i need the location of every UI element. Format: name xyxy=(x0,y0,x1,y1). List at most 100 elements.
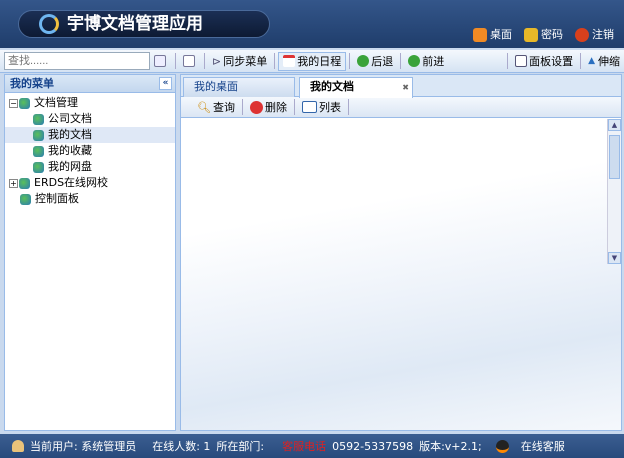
menu-panel: 我的菜单 « − 文档管理 公司文档 我的文档 我的收藏 我的网盘 + ERDS在线网… xyxy=(4,74,176,431)
status-bar: 当前用户: 系统管理员 在线人数: 1 所在部门: 客服电话 0592-5337… xyxy=(0,434,624,458)
expand-node-icon: + xyxy=(9,178,18,188)
tree-item-company-docs[interactable]: 公司文档 xyxy=(5,111,175,127)
vertical-scrollbar[interactable]: ▲ ▼ xyxy=(607,119,621,264)
tree-label: 我的收藏 xyxy=(48,144,92,157)
app-header: 宇博文档管理应用 桌面 密码 注销 xyxy=(0,0,624,48)
arrow-up-icon: ▲ xyxy=(588,56,595,66)
tree-label: 控制面板 xyxy=(35,192,79,205)
divider xyxy=(507,53,509,69)
panel-icon xyxy=(515,55,528,67)
lock-icon xyxy=(524,28,538,42)
divider xyxy=(241,99,243,115)
main-panel: 我的桌面 我的文档 ✖ 🔍︎ 查询 删除 列表 ▲ ▼ xyxy=(180,74,622,431)
scroll-down-icon[interactable]: ▼ xyxy=(608,252,621,264)
close-tab-icon[interactable]: ✖ xyxy=(402,79,409,97)
list-button[interactable]: 列表 xyxy=(298,98,345,117)
divider xyxy=(274,53,276,69)
divider xyxy=(204,53,205,69)
panel-settings-button[interactable]: 面板设置 xyxy=(511,52,577,71)
search-button[interactable] xyxy=(150,52,172,71)
delete-icon xyxy=(249,100,263,114)
qq-icon xyxy=(495,439,509,453)
query-button[interactable]: 🔍︎ 查询 xyxy=(193,98,239,117)
collapse-node-icon: − xyxy=(9,98,18,108)
password-label: 密码 xyxy=(541,28,563,41)
search-input[interactable] xyxy=(4,52,150,70)
search-icon: 🔍︎ xyxy=(197,100,211,114)
tree-item-favorites[interactable]: 我的收藏 xyxy=(5,143,175,159)
main-toolbar: ⊳同步菜单 我的日程 后退 前进 面板设置 ▲伸缩 xyxy=(0,50,624,73)
hotline-label: 客服电话 xyxy=(282,440,327,453)
list-label: 列表 xyxy=(318,101,341,114)
back-button[interactable]: 后退 xyxy=(353,52,397,71)
delete-button[interactable]: 删除 xyxy=(246,98,291,117)
logout-label: 注销 xyxy=(592,28,614,41)
divider xyxy=(580,53,582,69)
doc-icon xyxy=(20,193,31,205)
doc-icon xyxy=(33,145,44,157)
online-count: 在线人数: 1 xyxy=(152,440,211,453)
back-arrow-icon xyxy=(357,55,370,67)
doc-icon xyxy=(33,161,44,173)
home-icon xyxy=(473,28,487,42)
schedule-button[interactable]: 我的日程 xyxy=(278,51,347,71)
doc-toolbar: 🔍︎ 查询 删除 列表 xyxy=(181,97,621,118)
hotline-number: 0592-5337598 xyxy=(332,439,414,453)
divider xyxy=(349,53,351,69)
tree-item-control-panel[interactable]: 控制面板 xyxy=(5,191,175,207)
content-area: ▲ ▼ xyxy=(181,119,621,430)
scroll-thumb[interactable] xyxy=(609,135,620,179)
folder-icon xyxy=(19,97,30,109)
desktop-link[interactable]: 桌面 xyxy=(473,26,512,42)
tree-label: 我的网盘 xyxy=(48,160,92,173)
search-go-icon xyxy=(154,55,166,67)
tree-item-my-docs[interactable]: 我的文档 xyxy=(5,127,175,143)
forward-label: 前进 xyxy=(422,55,445,68)
calendar-icon xyxy=(283,55,296,67)
collapse-button[interactable]: « xyxy=(159,77,172,90)
scroll-up-icon[interactable]: ▲ xyxy=(608,119,621,131)
sync-menu-button[interactable]: ⊳ 同步菜单 xyxy=(208,52,271,71)
list-icon xyxy=(183,55,195,67)
divider xyxy=(400,53,402,69)
folder-icon xyxy=(19,177,30,189)
tab-my-docs[interactable]: 我的文档 ✖ xyxy=(299,77,413,98)
tree-label: 我的文档 xyxy=(48,128,92,141)
tab-label: 我的桌面 xyxy=(194,80,238,93)
app-title: 宇博文档管理应用 xyxy=(67,14,203,34)
forward-button[interactable]: 前进 xyxy=(404,52,448,71)
divider xyxy=(175,53,176,69)
sync-icon: ⊳ xyxy=(212,54,222,68)
current-user: 当前用户: 系统管理员 xyxy=(30,440,137,453)
tree-item-netdisk[interactable]: 我的网盘 xyxy=(5,159,175,175)
divider xyxy=(293,99,295,115)
tab-my-desktop[interactable]: 我的桌面 xyxy=(183,77,295,97)
back-label: 后退 xyxy=(371,55,394,68)
panel-settings-label: 面板设置 xyxy=(529,55,574,68)
forward-arrow-icon xyxy=(408,55,421,67)
toggle-label: 伸缩 xyxy=(598,55,620,68)
department: 所在部门: xyxy=(216,440,265,453)
power-icon xyxy=(575,28,589,42)
tree-label: 文档管理 xyxy=(34,96,78,109)
logout-link[interactable]: 注销 xyxy=(575,26,614,42)
toggle-button[interactable]: ▲ 伸缩 xyxy=(584,52,624,71)
tab-label: 我的文档 xyxy=(310,80,354,93)
doc-icon xyxy=(33,113,44,125)
logo-icon xyxy=(39,14,59,34)
menu-header: 我的菜单 « xyxy=(5,75,175,93)
list-icon xyxy=(301,101,317,113)
list-view-button[interactable] xyxy=(179,52,201,71)
menu-title: 我的菜单 xyxy=(10,77,54,90)
online-service-link[interactable]: 在线客服 xyxy=(521,438,565,454)
tree-label: ERDS在线网校 xyxy=(34,176,109,189)
app-logo: 宇博文档管理应用 xyxy=(18,10,270,38)
password-link[interactable]: 密码 xyxy=(524,26,563,42)
schedule-label: 我的日程 xyxy=(297,55,342,68)
tree-label: 公司文档 xyxy=(48,112,92,125)
delete-label: 删除 xyxy=(264,101,287,114)
user-icon xyxy=(12,440,24,452)
tree-item-doc-management[interactable]: − 文档管理 xyxy=(5,95,175,111)
sync-label: 同步菜单 xyxy=(223,55,268,68)
tree-item-erds[interactable]: + ERDS在线网校 xyxy=(5,175,175,191)
